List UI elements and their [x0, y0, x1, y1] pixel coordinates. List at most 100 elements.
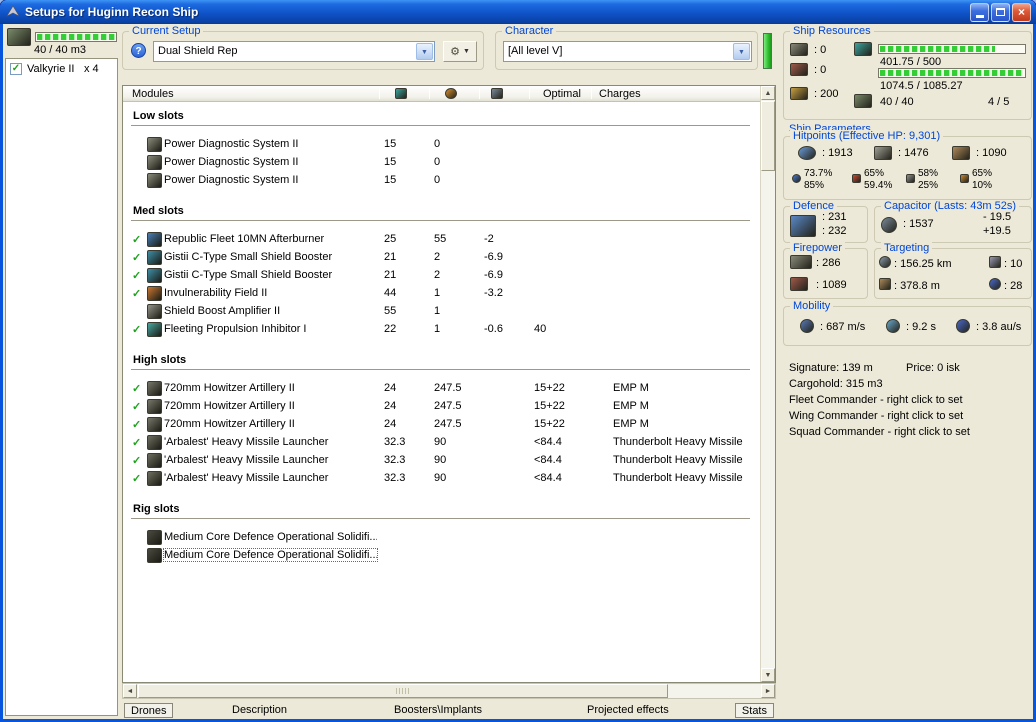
module-row[interactable]: ✓ Invulnerability Field II 44 1 -3.2 — [123, 285, 760, 303]
thermal-armor-resist: 59.4% — [864, 180, 893, 191]
module-row[interactable]: ✓ 720mm Howitzer Artillery II 24 247.5 1… — [123, 398, 760, 416]
module-row[interactable]: ✓ Republic Fleet 10MN Afterburner 25 55 … — [123, 231, 760, 249]
module-name: 'Arbalest' Heavy Missile Launcher — [164, 454, 329, 466]
module-row[interactable]: ✓ 'Arbalest' Heavy Missile Launcher 32.3… — [123, 470, 760, 488]
module-name: Fleeting Propulsion Inhibitor I — [164, 323, 307, 335]
module-name: 720mm Howitzer Artillery II — [164, 400, 295, 412]
column-optimal[interactable]: Optimal — [543, 88, 581, 100]
thermal-shield-resist: 65% — [864, 168, 885, 179]
module-row[interactable]: Power Diagnostic System II 15 0 — [123, 172, 760, 190]
scroll-left-button[interactable]: ◄ — [123, 684, 137, 698]
module-name: Power Diagnostic System II — [164, 174, 299, 186]
tools-dropdown-icon: ▼ — [462, 48, 470, 55]
vertical-scrollbar-thumb[interactable] — [761, 101, 775, 171]
module-optimal-value: 40 — [534, 323, 547, 335]
help-glyph: ? — [135, 46, 142, 57]
cpu-icon[interactable] — [395, 88, 407, 99]
tab-description[interactable]: Description — [232, 703, 287, 718]
hardpoints-text: 4 / 5 — [988, 96, 1010, 108]
module-optimal-value: 15+22 — [534, 382, 565, 394]
chevron-down-icon[interactable]: ▼ — [416, 43, 433, 60]
launcher-hardpoints-icon — [790, 63, 808, 76]
module-row[interactable]: ✓ Gistii C-Type Small Shield Booster 21 … — [123, 249, 760, 267]
thermal-resist-icon — [852, 174, 861, 183]
module-row[interactable]: ✓ 720mm Howitzer Artillery II 24 247.5 1… — [123, 380, 760, 398]
module-name: Gistii C-Type Small Shield Booster — [164, 251, 333, 263]
explosive-shield-resist: 65% — [972, 168, 993, 179]
shield-icon — [798, 146, 816, 160]
module-row[interactable]: Shield Boost Amplifier II 55 1 — [123, 303, 760, 321]
capacitor-icon[interactable] — [491, 88, 503, 99]
module-cpu-value: 32.3 — [384, 436, 406, 448]
help-icon[interactable]: ? — [131, 43, 146, 58]
column-separator — [429, 88, 430, 99]
horizontal-scrollbar-thumb[interactable] — [138, 684, 668, 698]
drone-listbox[interactable]: ✓ Valkyrie II x 4 — [5, 58, 118, 716]
tab-projected-effects[interactable]: Projected effects — [587, 703, 669, 718]
tab-stats[interactable]: Stats — [734, 703, 774, 718]
module-row[interactable]: Power Diagnostic System II 15 0 — [123, 136, 760, 154]
module-name: Republic Fleet 10MN Afterburner — [164, 233, 325, 245]
module-active-check: ✓ — [132, 419, 142, 431]
sensor-strength-icon — [989, 278, 1001, 290]
wing-commander-slot[interactable]: Wing Commander - right click to set — [789, 410, 963, 422]
fleet-commander-slot[interactable]: Fleet Commander - right click to set — [789, 394, 963, 406]
kinetic-armor-resist: 25% — [918, 180, 939, 191]
scroll-right-button[interactable]: ► — [761, 684, 775, 698]
module-active-check: ✓ — [132, 455, 142, 467]
module-cpu-value: 55 — [384, 305, 397, 317]
chevron-down-icon[interactable]: ▼ — [733, 43, 750, 60]
setup-select[interactable]: Dual Shield Rep ▼ — [153, 41, 435, 62]
structure-icon — [952, 146, 970, 160]
module-row[interactable]: ✓ 'Arbalest' Heavy Missile Launcher 32.3… — [123, 452, 760, 470]
shield-booster-icon — [147, 268, 162, 283]
scroll-up-button[interactable]: ▲ — [761, 86, 775, 100]
drone-checkbox[interactable]: ✓ — [10, 63, 22, 75]
module-row[interactable]: Power Diagnostic System II 15 0 — [123, 154, 760, 172]
close-button[interactable]: × — [1012, 2, 1031, 22]
firepower-group: Firepower : 286 : 1089 — [783, 242, 868, 299]
scroll-down-button[interactable]: ▼ — [761, 668, 775, 682]
stasis-webifier-icon — [147, 322, 162, 337]
power-diagnostic-icon — [147, 137, 162, 152]
powergrid-icon[interactable] — [445, 88, 457, 99]
price-text: Price: 0 isk — [906, 362, 960, 374]
module-row[interactable]: ✓ Gistii C-Type Small Shield Booster 21 … — [123, 267, 760, 285]
module-row[interactable]: ✓ 720mm Howitzer Artillery II 24 247.5 1… — [123, 416, 760, 434]
column-modules[interactable]: Modules — [132, 88, 174, 100]
character-select[interactable]: [All level V] ▼ — [503, 41, 752, 62]
title-bar[interactable]: Setups for Huginn Recon Ship × — [0, 0, 1036, 24]
module-row[interactable]: ✓ Fleeting Propulsion Inhibitor I 22 1 -… — [123, 321, 760, 339]
mobility-title: Mobility — [790, 300, 834, 313]
module-charges-value: Thunderbolt Heavy Missile — [613, 454, 743, 466]
tools-button[interactable]: ⚙ ▼ — [443, 41, 477, 62]
tab-drones[interactable]: Drones — [124, 703, 174, 718]
module-pg-value: 90 — [434, 436, 447, 448]
launchers-free-value: : 0 — [814, 64, 827, 76]
slot-section-rows: ✓ 720mm Howitzer Artillery II 24 247.5 1… — [123, 380, 760, 488]
drone-list-item[interactable]: ✓ Valkyrie II x 4 — [6, 62, 117, 78]
capacitor-group: Capacitor (Lasts: 43m 52s) : 1537 - 19.5… — [874, 200, 1032, 243]
column-charges[interactable]: Charges — [599, 88, 641, 100]
module-optimal-value: 15+22 — [534, 400, 565, 412]
vertical-scrollbar[interactable]: ▲ ▼ — [760, 86, 775, 682]
cargohold-text: Cargohold: 315 m3 — [789, 378, 883, 390]
tab-boosters-implants[interactable]: Boosters\Implants — [394, 703, 482, 718]
horizontal-scrollbar[interactable]: ◄ ► — [122, 683, 776, 699]
maximize-button[interactable] — [991, 2, 1010, 22]
module-active-check: ✓ — [132, 383, 142, 395]
module-row[interactable]: Medium Core Defence Operational Solidifi… — [123, 529, 760, 547]
module-row[interactable]: Medium Core Defence Operational Solidifi… — [123, 547, 760, 565]
module-cpu-value: 44 — [384, 287, 397, 299]
scroll-down-icon: ▼ — [764, 672, 772, 679]
module-name: Shield Boost Amplifier II — [164, 305, 281, 317]
capacitor-icon — [881, 217, 897, 233]
squad-commander-slot[interactable]: Squad Commander - right click to set — [789, 426, 970, 438]
firepower-volley-value: : 1089 — [816, 279, 847, 291]
column-separator — [379, 88, 380, 99]
ship-resources-group: Ship Resources : 0 : 0 : 200 401.75 / 50… — [783, 25, 1032, 120]
defence-top-value: : 231 — [822, 211, 847, 223]
minimize-button[interactable] — [970, 2, 989, 22]
agility-value: : 9.2 s — [906, 321, 936, 333]
module-row[interactable]: ✓ 'Arbalest' Heavy Missile Launcher 32.3… — [123, 434, 760, 452]
